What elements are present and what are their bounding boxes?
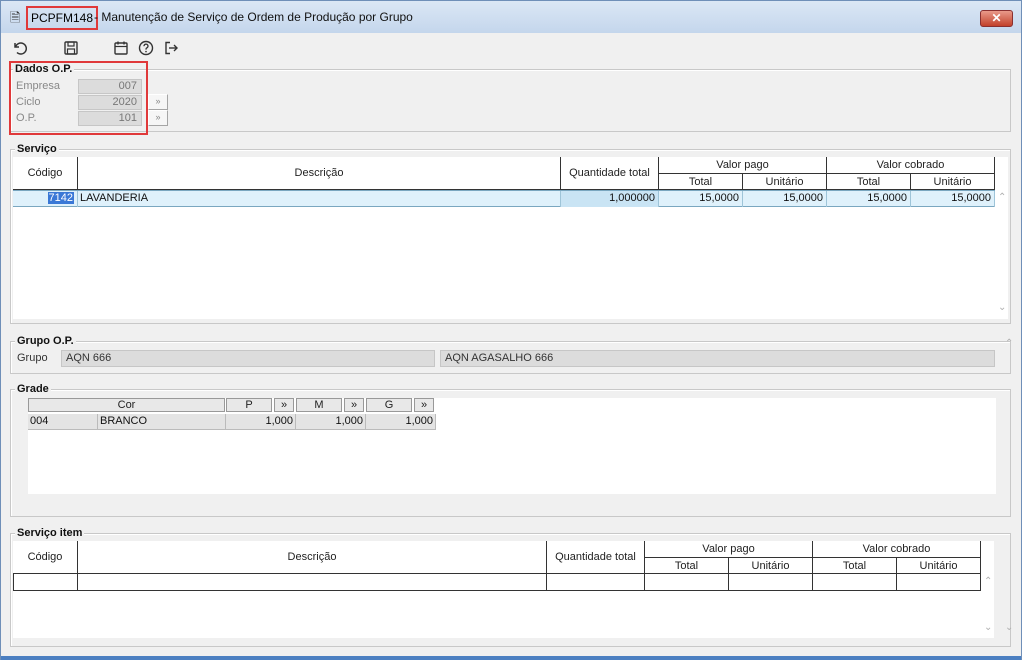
grade-grid: Cor P » M » G » 004 BRANCO 1,000 1,000 1… [28, 398, 996, 494]
row-divider [546, 574, 547, 590]
document-icon: 🗎 [10, 10, 21, 25]
empresa-field: 007 [78, 79, 142, 94]
servico-item-title: Serviço item [15, 526, 85, 540]
col-size-p[interactable]: P [226, 398, 272, 412]
col-cor[interactable]: Cor [28, 398, 225, 412]
calendar-icon[interactable] [110, 37, 132, 59]
cell-cobrado-unitario[interactable]: 15,0000 [911, 191, 995, 207]
ciclo-label: Ciclo [16, 96, 41, 108]
cell-pago-total[interactable]: 15,0000 [659, 191, 743, 207]
save-icon[interactable] [60, 37, 82, 59]
item-col-group-valor-cobrado: Valor cobrado [813, 541, 981, 558]
page-scroll-down-icon[interactable]: ⌄ [1005, 623, 1013, 633]
cell-cor-code[interactable]: 004 [28, 414, 98, 430]
empresa-label: Empresa [16, 80, 61, 92]
col-size-g[interactable]: G [366, 398, 412, 412]
title-bar: 🗎 PCPFM148 - Manutenção de Serviço de Or… [1, 1, 1021, 33]
servico-item-grid: Código Descrição Quantidade total Valor … [13, 541, 994, 638]
cell-codigo[interactable]: 7142 [13, 191, 78, 207]
item-col-pago-unitario[interactable]: Unitário [729, 558, 813, 574]
col-quantidade-total[interactable]: Quantidade total [561, 157, 659, 190]
cell-size-m[interactable]: 1,000 [296, 414, 366, 430]
cell-size-g[interactable]: 1,000 [366, 414, 436, 430]
col-codigo[interactable]: Código [13, 157, 78, 190]
cell-pago-unitario[interactable]: 15,0000 [743, 191, 827, 207]
row-divider [13, 574, 14, 590]
col-pago-total[interactable]: Total [659, 174, 743, 190]
scroll-up-icon[interactable]: ⌃ [998, 193, 1006, 203]
window-title: - Manutenção de Serviço de Ordem de Prod… [94, 10, 413, 24]
col-group-valor-pago: Valor pago [659, 157, 827, 174]
expand-size-g-button[interactable]: » [414, 398, 434, 412]
program-code: PCPFM148 [26, 6, 99, 30]
expand-size-m-button[interactable]: » [344, 398, 364, 412]
grupo-op-title: Grupo O.P. [15, 334, 76, 348]
cell-quantidade-total[interactable]: 1,000000 [561, 191, 659, 207]
col-group-valor-cobrado: Valor cobrado [827, 157, 995, 174]
row-divider [980, 574, 981, 590]
table-row[interactable] [13, 574, 981, 591]
exit-icon[interactable] [160, 37, 182, 59]
grupo-code-field: AQN 666 [61, 350, 435, 367]
item-col-group-valor-pago: Valor pago [645, 541, 813, 558]
item-scroll-up-icon[interactable]: ⌃ [984, 577, 992, 587]
scroll-down-icon[interactable]: ⌄ [998, 303, 1006, 313]
col-cobrado-total[interactable]: Total [827, 174, 911, 190]
op-label: O.P. [16, 112, 37, 124]
grupo-desc-field: AQN AGASALHO 666 [440, 350, 995, 367]
window-bottom-border [1, 656, 1021, 660]
row-divider [728, 574, 729, 590]
app-window: 🗎 PCPFM148 - Manutenção de Serviço de Or… [0, 0, 1022, 660]
servico-title: Serviço [15, 142, 59, 156]
table-row[interactable]: 7142 LAVANDERIA 1,000000 15,0000 15,0000… [13, 190, 995, 207]
row-divider [896, 574, 897, 590]
col-pago-unitario[interactable]: Unitário [743, 174, 827, 190]
cell-cor-name[interactable]: BRANCO [98, 414, 226, 430]
item-col-cobrado-total[interactable]: Total [813, 558, 897, 574]
undo-icon[interactable] [9, 37, 31, 59]
row-divider [644, 574, 645, 590]
servico-grid: Código Descrição Quantidade total Valor … [13, 157, 1008, 319]
help-icon[interactable] [135, 37, 157, 59]
item-scroll-down-icon[interactable]: ⌄ [984, 623, 992, 633]
op-lookup-button[interactable]: » [148, 110, 168, 126]
item-col-cobrado-unitario[interactable]: Unitário [897, 558, 981, 574]
op-field: 101 [78, 111, 142, 126]
ciclo-lookup-button[interactable]: » [148, 94, 168, 110]
page-scroll-up-icon[interactable]: ⌃ [1005, 339, 1013, 349]
cell-descricao[interactable]: LAVANDERIA [78, 191, 561, 207]
cell-size-p[interactable]: 1,000 [226, 414, 296, 430]
cell-cobrado-total[interactable]: 15,0000 [827, 191, 911, 207]
col-size-m[interactable]: M [296, 398, 342, 412]
row-divider [77, 574, 78, 590]
close-button[interactable]: ✕ [980, 10, 1013, 27]
row-divider [812, 574, 813, 590]
grade-title: Grade [15, 382, 51, 396]
col-descricao[interactable]: Descrição [78, 157, 561, 190]
item-col-codigo[interactable]: Código [13, 541, 78, 574]
item-col-descricao[interactable]: Descrição [78, 541, 547, 574]
ciclo-field: 2020 [78, 95, 142, 110]
item-col-quantidade-total[interactable]: Quantidade total [547, 541, 645, 574]
col-cobrado-unitario[interactable]: Unitário [911, 174, 995, 190]
item-col-pago-total[interactable]: Total [645, 558, 729, 574]
grupo-label: Grupo [17, 352, 48, 364]
expand-size-p-button[interactable]: » [274, 398, 294, 412]
